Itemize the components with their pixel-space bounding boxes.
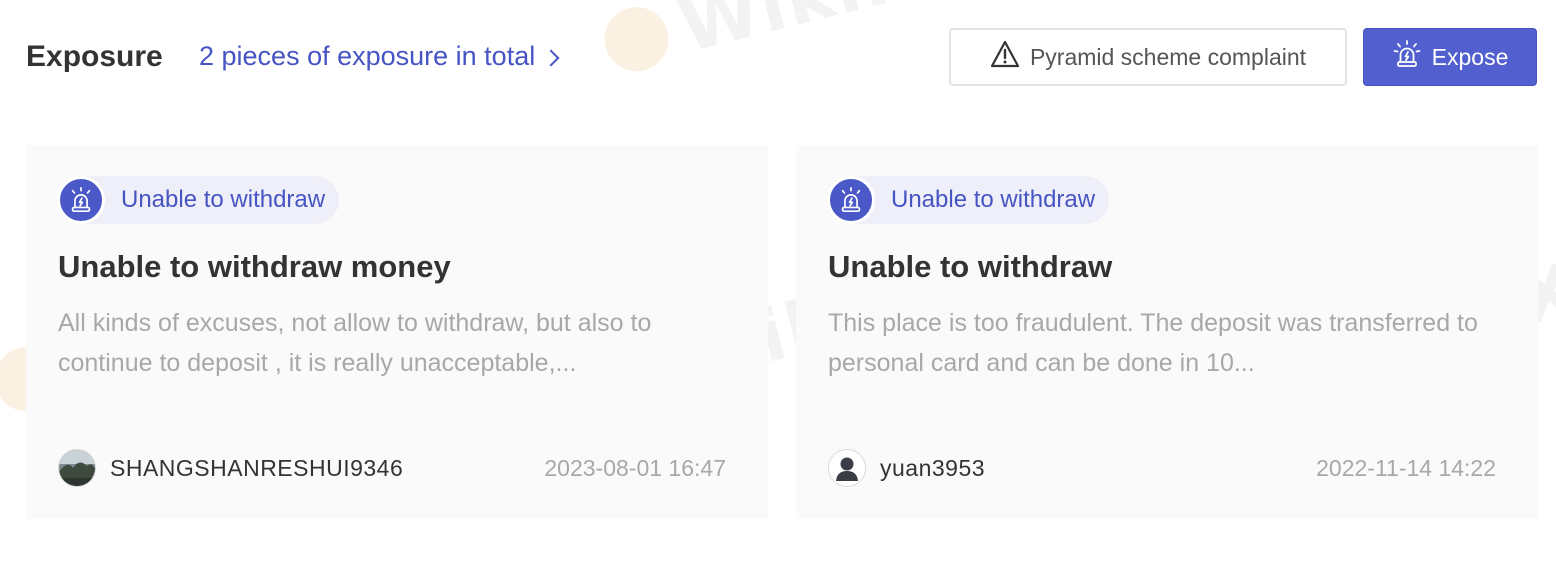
exposure-card[interactable]: Unable to withdraw Unable to withdraw mo… (26, 145, 768, 519)
chevron-right-icon (542, 49, 560, 66)
exposure-card-title[interactable]: Unable to withdraw (828, 249, 1112, 285)
exposure-card-title[interactable]: Unable to withdraw money (58, 249, 451, 285)
exposure-tag: Unable to withdraw (57, 176, 340, 224)
exposure-tag-label: Unable to withdraw (121, 186, 326, 213)
pyramid-scheme-complaint-button[interactable]: Pyramid scheme complaint (949, 28, 1347, 86)
warning-triangle-icon (990, 40, 1020, 74)
author-name: SHANGSHANRESHUI9346 (110, 454, 404, 481)
avatar[interactable] (58, 449, 96, 487)
exposure-card-date: 2022-11-14 14:22 (1316, 455, 1496, 481)
exposure-tag: Unable to withdraw (827, 176, 1110, 224)
alarm-siren-icon (827, 176, 875, 224)
exposure-card[interactable]: Unable to withdraw Unable to withdraw Th… (796, 145, 1538, 519)
exposure-card-author[interactable]: SHANGSHANRESHUI9346 (58, 449, 403, 487)
alarm-siren-icon (1392, 39, 1422, 75)
complaint-button-label: Pyramid scheme complaint (1029, 43, 1307, 70)
exposure-total-label: 2 pieces of exposure in total (199, 41, 536, 71)
exposure-card-author[interactable]: yuan3953 (828, 449, 985, 487)
exposure-card-date: 2023-08-01 16:47 (544, 455, 726, 481)
author-name: yuan3953 (880, 454, 986, 481)
avatar[interactable] (828, 449, 866, 487)
expose-button[interactable]: Expose (1363, 28, 1537, 86)
exposure-card-body: All kinds of excuses, not allow to withd… (58, 309, 652, 377)
exposure-header: Exposure 2 pieces of exposure in total P… (26, 28, 1537, 88)
page-title: Exposure (26, 40, 163, 73)
exposure-tag-label: Unable to withdraw (891, 186, 1096, 213)
alarm-siren-icon (57, 176, 105, 224)
exposure-card-body: This place is too fraudulent. The deposi… (828, 309, 1478, 377)
expose-button-label: Expose (1431, 43, 1509, 70)
exposure-total-link[interactable]: 2 pieces of exposure in total (199, 41, 560, 72)
